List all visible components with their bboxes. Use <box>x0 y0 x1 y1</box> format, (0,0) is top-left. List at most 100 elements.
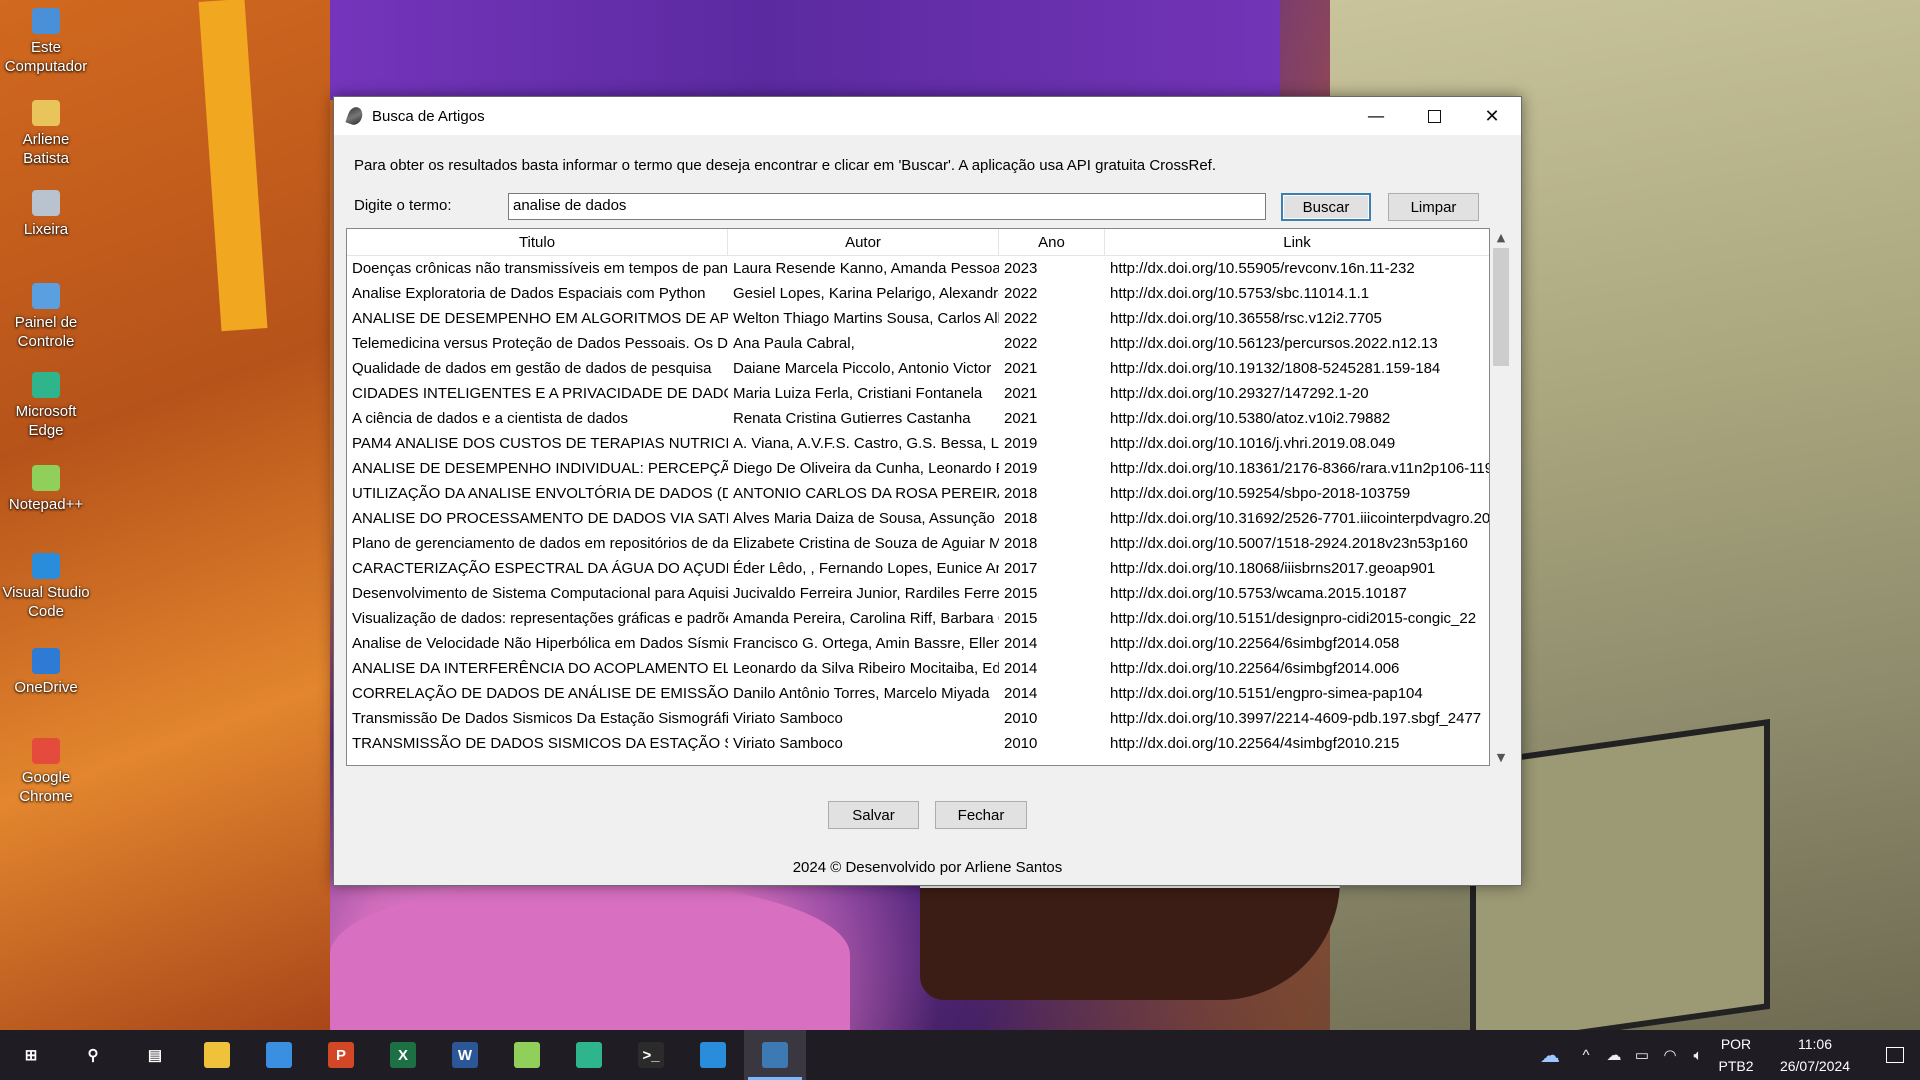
table-row[interactable]: Plano de gerenciamento de dados em repos… <box>347 531 1489 556</box>
battery-icon[interactable]: ▭ <box>1628 1046 1656 1064</box>
table-row[interactable]: ANALISE DE DESEMPENHO EM ALGORITMOS DE A… <box>347 306 1489 331</box>
cell-titulo: ANALISE DA INTERFERÊNCIA DO ACOPLAMENTO … <box>352 660 728 677</box>
window-title: Busca de Artigos <box>372 107 485 125</box>
fechar-button[interactable]: Fechar <box>935 801 1027 829</box>
cell-ano: 2015 <box>1004 585 1038 602</box>
desktop-icon-chrome[interactable]: Google Chrome <box>0 738 92 806</box>
scroll-thumb[interactable] <box>1493 248 1509 366</box>
table-row[interactable]: TRANSMISSÃO DE DADOS SISMICOS DA ESTAÇÃO… <box>347 731 1489 756</box>
table-row[interactable]: Desenvolvimento de Sistema Computacional… <box>347 581 1489 606</box>
table-row[interactable]: ANALISE DO PROCESSAMENTO DE DADOS VIA SA… <box>347 506 1489 531</box>
taskbar-vscode[interactable] <box>682 1030 744 1080</box>
column-header-autor[interactable]: Autor <box>728 229 999 255</box>
language-indicator[interactable]: POR PTB2 <box>1712 1033 1760 1077</box>
table-row[interactable]: CORRELAÇÃO DE DADOS DE ANÁLISE DE EMISSÃ… <box>347 681 1489 706</box>
taskbar-task-view[interactable]: ▤ <box>124 1030 186 1080</box>
cell-titulo: Plano de gerenciamento de dados em repos… <box>352 535 728 552</box>
taskbar-excel[interactable]: X <box>372 1030 434 1080</box>
column-header-link[interactable]: Link <box>1105 229 1489 255</box>
cell-ano: 2022 <box>1004 310 1038 327</box>
onedrive-tray-icon[interactable]: ☁ <box>1600 1046 1628 1064</box>
taskbar-edge[interactable] <box>558 1030 620 1080</box>
taskbar-terminal[interactable]: >_ <box>620 1030 682 1080</box>
table-row[interactable]: CIDADES INTELIGENTES E A PRIVACIDADE DE … <box>347 381 1489 406</box>
cell-autor: Gesiel Lopes, Karina Pelarigo, Alexandre <box>733 285 999 302</box>
buscar-button[interactable]: Buscar <box>1281 193 1371 221</box>
salvar-button[interactable]: Salvar <box>828 801 919 829</box>
table-row[interactable]: PAM4 ANALISE DOS CUSTOS DE TERAPIAS NUTR… <box>347 431 1489 456</box>
table-row[interactable]: Analise Exploratoria de Dados Espaciais … <box>347 281 1489 306</box>
scroll-up-icon[interactable]: ▲ <box>1491 228 1511 246</box>
table-row[interactable]: Transmissão De Dados Sismicos Da Estação… <box>347 706 1489 731</box>
desktop-icon-edge[interactable]: Microsoft Edge <box>0 372 92 440</box>
user-folder-icon <box>32 100 60 126</box>
notification-button[interactable] <box>1870 1047 1920 1063</box>
table-row[interactable]: Telemedicina versus Proteção de Dados Pe… <box>347 331 1489 356</box>
title-bar[interactable]: Busca de Artigos — ✕ <box>334 97 1521 135</box>
cell-ano: 2010 <box>1004 735 1038 752</box>
desktop-icon-label: Edge <box>28 422 64 439</box>
results-table[interactable]: Titulo Autor Ano Link Doenças crônicas n… <box>346 228 1490 766</box>
cell-ano: 2021 <box>1004 360 1038 377</box>
table-row[interactable]: UTILIZAÇÃO DA ANALISE ENVOLTÓRIA DE DADO… <box>347 481 1489 506</box>
close-button[interactable]: ✕ <box>1463 97 1521 135</box>
desktop-icon-vscode[interactable]: Visual Studio Code <box>0 553 92 621</box>
table-row[interactable]: Qualidade de dados em gestão de dados de… <box>347 356 1489 381</box>
cell-titulo: UTILIZAÇÃO DA ANALISE ENVOLTÓRIA DE DADO… <box>352 485 728 502</box>
cell-ano: 2021 <box>1004 410 1038 427</box>
maximize-button[interactable] <box>1405 97 1463 135</box>
cell-link: http://dx.doi.org/10.18068/iiisbrns2017.… <box>1110 560 1436 577</box>
taskbar-notepadpp[interactable] <box>496 1030 558 1080</box>
taskbar-python[interactable] <box>744 1030 806 1080</box>
taskbar-word[interactable]: W <box>434 1030 496 1080</box>
wifi-icon[interactable]: ◠ <box>1656 1046 1684 1064</box>
cell-ano: 2014 <box>1004 660 1038 677</box>
powerpoint-icon: P <box>328 1042 354 1068</box>
recycle-bin-icon <box>32 190 60 216</box>
microsoft-store-icon <box>266 1042 292 1068</box>
desktop-icon-control-panel[interactable]: Painel de Controle <box>0 283 92 351</box>
notepadpp-icon <box>32 465 60 491</box>
cell-autor: Renata Cristina Gutierres Castanha <box>733 410 971 427</box>
table-row[interactable]: Doenças crônicas não transmissíveis em t… <box>347 256 1489 281</box>
taskbar-search[interactable]: ⚲ <box>62 1030 124 1080</box>
cell-autor: Viriato Samboco <box>733 735 843 752</box>
vertical-scrollbar[interactable]: ▲ ▼ <box>1491 228 1511 766</box>
desktop-icon-label: Este <box>30 39 61 56</box>
table-row[interactable]: A ciência de dados e a cientista de dado… <box>347 406 1489 431</box>
cell-titulo: Doenças crônicas não transmissíveis em t… <box>352 260 728 277</box>
minimize-button[interactable]: — <box>1347 97 1405 135</box>
vscode-icon <box>700 1042 726 1068</box>
table-row[interactable]: ANALISE DA INTERFERÊNCIA DO ACOPLAMENTO … <box>347 656 1489 681</box>
desktop-icon-user-folder[interactable]: Arliene Batista <box>0 100 92 168</box>
column-header-ano[interactable]: Ano <box>999 229 1105 255</box>
volume-icon[interactable]: 🔈︎ <box>1684 1047 1712 1064</box>
windows-start-icon: ⊞ <box>18 1042 44 1068</box>
taskbar-windows-start[interactable]: ⊞ <box>0 1030 62 1080</box>
cell-titulo: TRANSMISSÃO DE DADOS SISMICOS DA ESTAÇÃO… <box>352 735 728 752</box>
table-row[interactable]: Analise de Velocidade Não Hiperbólica em… <box>347 631 1489 656</box>
desktop-icon-label: Computador <box>4 58 88 75</box>
desktop-icon-recycle-bin[interactable]: Lixeira <box>0 190 92 239</box>
table-row[interactable]: CARACTERIZAÇÃO ESPECTRAL DA ÁGUA DO AÇUD… <box>347 556 1489 581</box>
scroll-down-icon[interactable]: ▼ <box>1491 748 1511 766</box>
weather-icon[interactable]: ☁ <box>1528 1043 1572 1068</box>
chevron-up-icon[interactable]: ^ <box>1572 1047 1600 1064</box>
desktop-icon-notepadpp[interactable]: Notepad++ <box>0 465 92 514</box>
taskbar-powerpoint[interactable]: P <box>310 1030 372 1080</box>
desktop-icon-label: Batista <box>23 150 69 167</box>
clock[interactable]: 11:06 26/07/2024 <box>1760 1033 1870 1077</box>
taskbar-microsoft-store[interactable] <box>248 1030 310 1080</box>
desktop-icon-onedrive[interactable]: OneDrive <box>0 648 92 697</box>
cell-titulo: ANALISE DO PROCESSAMENTO DE DADOS VIA SA… <box>352 510 728 527</box>
limpar-button[interactable]: Limpar <box>1388 193 1479 221</box>
cell-titulo: CORRELAÇÃO DE DADOS DE ANÁLISE DE EMISSÃ… <box>352 685 728 702</box>
cell-autor: A. Viana, A.V.F.S. Castro, G.S. Bessa, L… <box>733 435 999 452</box>
cell-link: http://dx.doi.org/10.5380/atoz.v10i2.798… <box>1110 410 1391 427</box>
column-header-titulo[interactable]: Titulo <box>347 229 728 255</box>
table-row[interactable]: Visualização de dados: representações gr… <box>347 606 1489 631</box>
taskbar-file-explorer[interactable] <box>186 1030 248 1080</box>
search-term-input[interactable]: analise de dados <box>508 193 1266 220</box>
table-row[interactable]: ANALISE DE DESEMPENHO INDIVIDUAL: PERCEP… <box>347 456 1489 481</box>
desktop-icon-computer[interactable]: Este Computador <box>0 8 92 76</box>
